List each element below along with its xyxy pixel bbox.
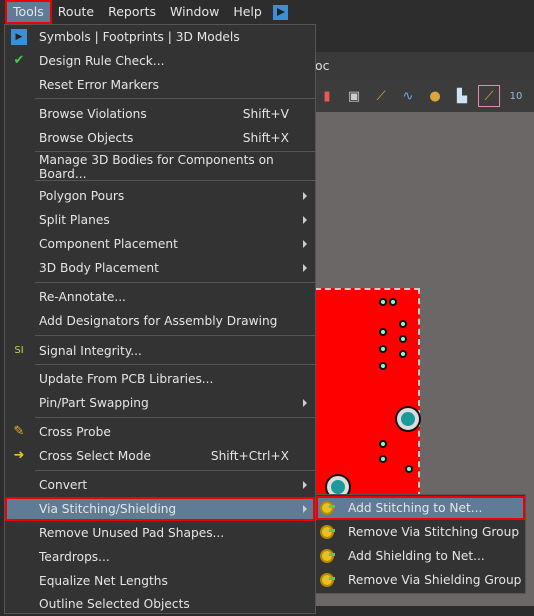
play-icon[interactable]	[272, 4, 288, 20]
menu-item-equalize-net-lengths[interactable]: Equalize Net Lengths	[5, 569, 315, 593]
menu-item-signal-integrity[interactable]: SI Signal Integrity...	[5, 339, 315, 363]
pcb-board	[315, 288, 420, 508]
menu-bar: Tools Route Reports Window Help	[0, 0, 534, 24]
menu-item-remove-unused-pad-shapes[interactable]: Remove Unused Pad Shapes...	[5, 521, 315, 545]
submenu-arrow-icon	[303, 240, 307, 248]
via-icon	[320, 573, 335, 587]
line-icon[interactable]: ⟋	[478, 85, 500, 107]
menu-item-cross-probe[interactable]: ✎ Cross Probe	[5, 420, 315, 444]
separator	[35, 335, 315, 336]
menu-item-add-designators[interactable]: Add Designators for Assembly Drawing	[5, 309, 315, 333]
dimension-icon[interactable]: 10	[506, 86, 526, 106]
document-tab-bar: oc	[315, 52, 534, 80]
separator	[35, 282, 315, 283]
tools-menu: ▶ Symbols | Footprints | 3D Models ✔ Desig…	[4, 24, 316, 614]
menu-item-symbols-footprints[interactable]: ▶ Symbols | Footprints | 3D Models	[5, 25, 315, 49]
menu-reports[interactable]: Reports	[101, 1, 163, 23]
pcb-toolbar: ▮ ▣ ⟋ ∿ ● ▙ ⟋ 10	[315, 80, 534, 112]
submenu-item-add-shielding[interactable]: Add Shielding to Net...	[316, 544, 525, 568]
submenu-item-remove-shielding-group[interactable]: Remove Via Shielding Group	[316, 568, 525, 592]
drc-icon: ✔	[13, 53, 25, 68]
cross-probe-icon: ✎	[13, 424, 25, 439]
menu-window[interactable]: Window	[163, 1, 226, 23]
menu-item-outline-selected-objects[interactable]: Outline Selected Objects	[5, 592, 315, 616]
separator	[35, 98, 315, 99]
menu-item-polygon-pours[interactable]: Polygon Pours	[5, 184, 315, 208]
menu-tools[interactable]: Tools	[5, 0, 52, 24]
menu-help[interactable]: Help	[226, 1, 269, 23]
interactive-route-icon[interactable]: ∿	[398, 86, 418, 106]
menu-item-split-planes[interactable]: Split Planes	[5, 208, 315, 232]
menu-item-cross-select-mode[interactable]: ➜ Cross Select Mode Shift+Ctrl+X	[5, 444, 315, 468]
menu-item-component-placement[interactable]: Component Placement	[5, 232, 315, 256]
separator	[35, 364, 315, 365]
menu-item-teardrops[interactable]: Teardrops...	[5, 545, 315, 569]
via-icon	[320, 549, 335, 563]
document-tab[interactable]: oc	[315, 58, 330, 73]
menu-item-3d-body-placement[interactable]: 3D Body Placement	[5, 256, 315, 280]
menu-item-re-annotate[interactable]: Re-Annotate...	[5, 285, 315, 309]
menu-route[interactable]: Route	[51, 1, 101, 23]
via-icon	[320, 501, 335, 515]
menu-item-browse-violations[interactable]: Browse Violations Shift+V	[5, 102, 315, 126]
menu-item-pin-part-swapping[interactable]: Pin/Part Swapping	[5, 391, 315, 415]
chart-icon[interactable]: ▮	[317, 86, 337, 106]
separator	[35, 151, 315, 152]
header-area	[315, 24, 534, 52]
submenu-item-remove-stitching-group[interactable]: Remove Via Stitching Group	[316, 520, 525, 544]
chip-icon[interactable]: ▣	[344, 86, 364, 106]
menu-item-browse-objects[interactable]: Browse Objects Shift+X	[5, 126, 315, 150]
submenu-arrow-icon	[303, 192, 307, 200]
menu-item-design-rule-check[interactable]: ✔ Design Rule Check...	[5, 49, 315, 73]
separator	[35, 470, 315, 471]
route-icon[interactable]: ⟋	[371, 86, 391, 106]
separator	[35, 417, 315, 418]
menu-item-convert[interactable]: Convert	[5, 473, 315, 497]
submenu-arrow-icon	[303, 505, 307, 513]
via-icon	[320, 525, 335, 539]
via-icon[interactable]: ●	[425, 86, 445, 106]
submenu-arrow-icon	[303, 481, 307, 489]
menu-item-via-stitching-shielding[interactable]: Via Stitching/Shielding	[5, 497, 315, 521]
menu-item-update-from-pcb-libraries[interactable]: Update From PCB Libraries...	[5, 367, 315, 391]
cross-select-icon: ➜	[13, 448, 25, 463]
menu-item-reset-error-markers[interactable]: Reset Error Markers	[5, 73, 315, 97]
play-icon: ▶	[11, 29, 27, 45]
submenu-arrow-icon	[303, 264, 307, 272]
submenu-arrow-icon	[303, 399, 307, 407]
via-stitching-submenu: Add Stitching to Net... Remove Via Stitc…	[315, 494, 526, 594]
fill-icon[interactable]: ▙	[452, 86, 472, 106]
separator	[35, 180, 315, 181]
signal-integrity-icon: SI	[14, 345, 24, 356]
submenu-arrow-icon	[303, 216, 307, 224]
submenu-item-add-stitching[interactable]: Add Stitching to Net...	[316, 496, 525, 520]
menu-item-manage-3d-bodies[interactable]: Manage 3D Bodies for Components on Board…	[5, 153, 315, 181]
